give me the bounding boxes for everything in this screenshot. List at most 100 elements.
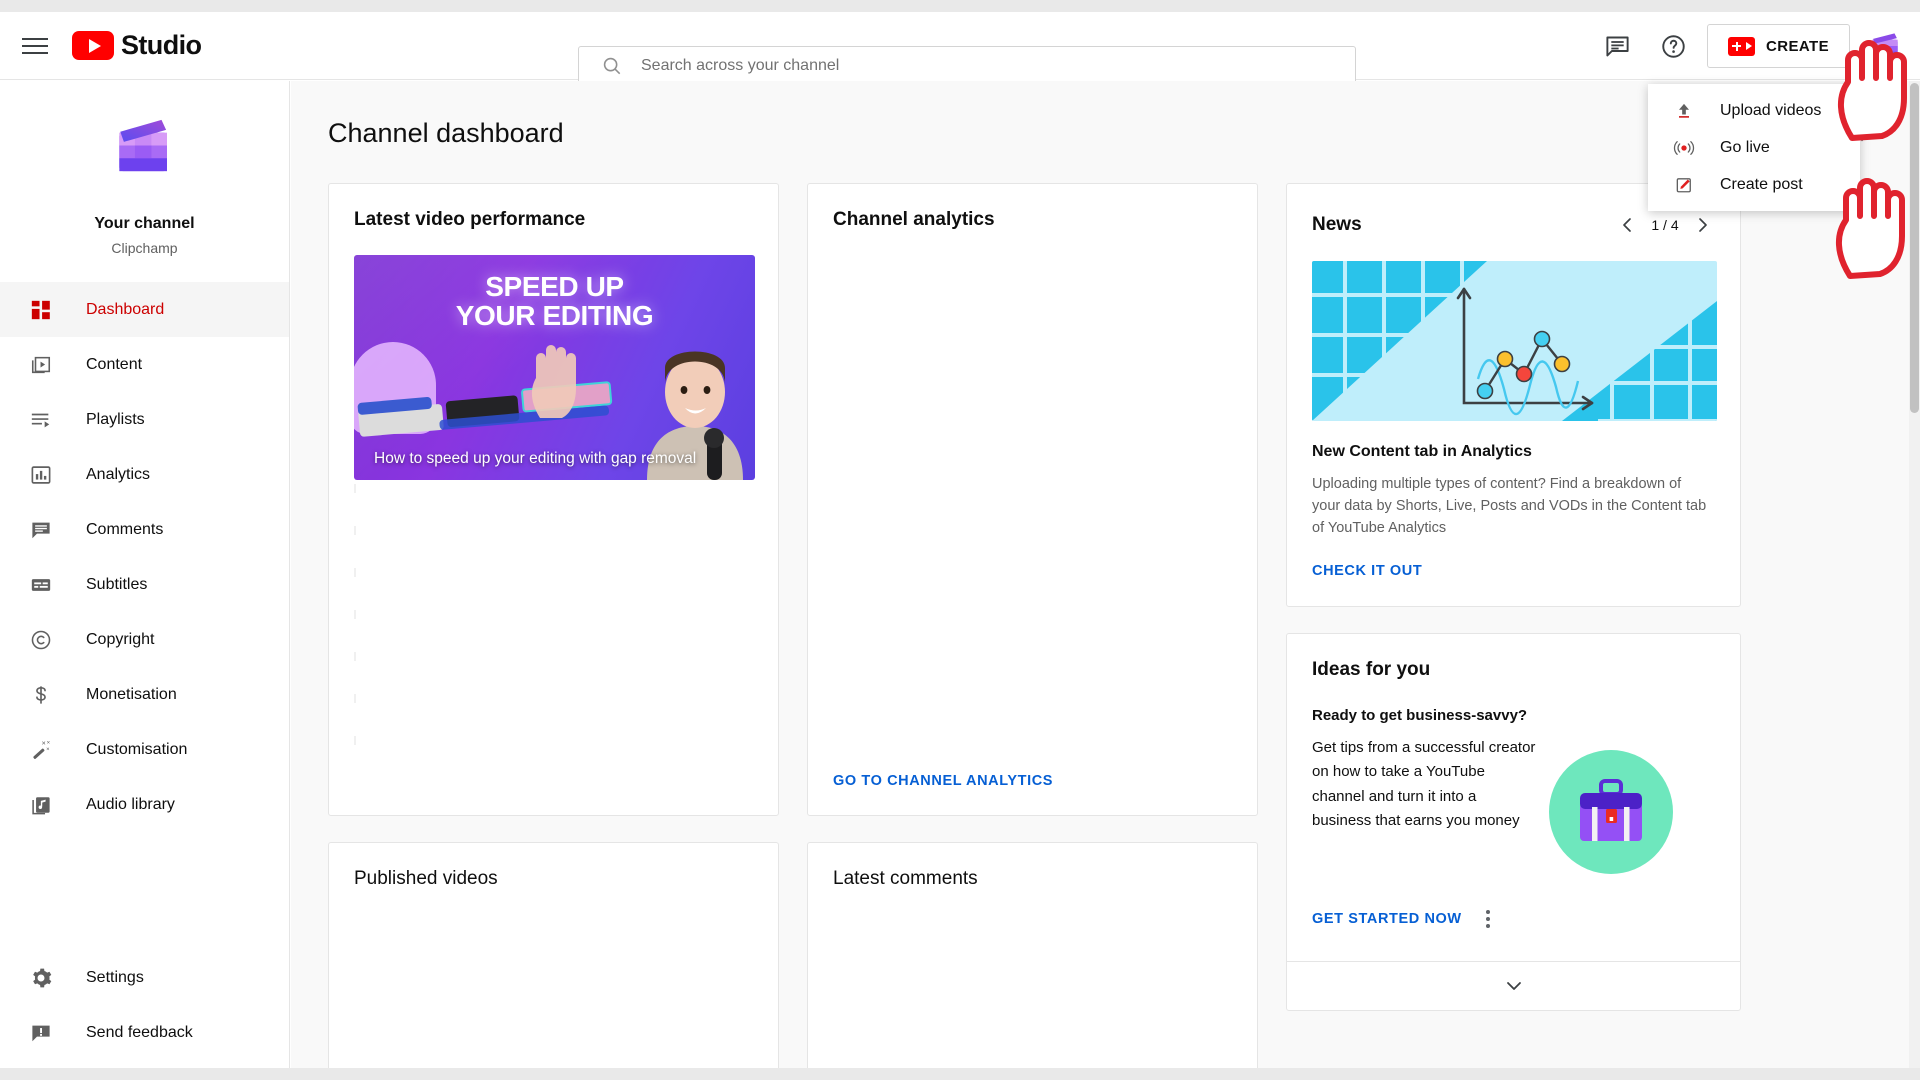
published-videos-card: Published videos	[328, 842, 779, 1068]
search-input[interactable]	[641, 57, 1341, 75]
sidebar-channel-block[interactable]: Your channel Clipchamp	[0, 81, 289, 282]
sidebar-item-customisation[interactable]: ✕ ✕ ✕ Customisation	[0, 722, 289, 777]
sidebar-item-monetisation[interactable]: Monetisation	[0, 667, 289, 722]
comment-feedback-icon[interactable]	[1589, 18, 1645, 74]
send-feedback-icon	[26, 1022, 56, 1044]
playlists-icon	[26, 409, 56, 431]
sidebar-bottom: Settings Send feedback	[0, 950, 290, 1060]
sidebar-item-label: Subtitles	[86, 576, 147, 594]
gear-icon	[26, 967, 56, 989]
scrollbar-thumb[interactable]	[1910, 83, 1919, 413]
video-camera-plus-icon	[1728, 37, 1755, 56]
youtube-studio-app: Studio	[0, 12, 1920, 1068]
clapperboard-avatar-icon	[101, 107, 189, 195]
latest-video-metrics-placeholder	[354, 484, 356, 784]
youtube-logo-icon	[72, 31, 114, 60]
hamburger-menu-icon[interactable]	[22, 32, 50, 60]
video-title: How to speed up your editing with gap re…	[374, 448, 739, 470]
news-illustration	[1312, 261, 1717, 421]
dollar-sign-icon	[26, 684, 56, 706]
live-broadcast-icon	[1670, 138, 1698, 158]
sidebar-item-label: Audio library	[86, 796, 175, 814]
create-button-label: CREATE	[1766, 38, 1829, 55]
chevron-left-icon[interactable]	[1612, 209, 1644, 241]
sidebar-item-settings[interactable]: Settings	[0, 950, 290, 1005]
news-cta-link[interactable]: CHECK IT OUT	[1287, 539, 1740, 606]
sidebar-item-dashboard[interactable]: Dashboard	[0, 282, 289, 337]
sidebar-item-label: Copyright	[86, 631, 154, 649]
menu-item-label: Create post	[1720, 176, 1803, 194]
video-thumbnail[interactable]: SPEED UP YOUR EDITING	[354, 255, 755, 480]
upload-arrow-icon	[1670, 101, 1698, 121]
briefcase-icon	[1574, 777, 1648, 847]
ideas-for-you-card: Ideas for you Ready to get business-savv…	[1286, 633, 1741, 1011]
card-title: Ideas for you	[1287, 634, 1740, 681]
news-card: News 1 / 4	[1286, 183, 1741, 607]
get-started-now-link[interactable]: GET STARTED NOW	[1312, 911, 1462, 927]
card-title: Channel analytics	[808, 184, 1257, 231]
copyright-icon	[26, 629, 56, 651]
menu-item-go-live[interactable]: Go live	[1648, 129, 1860, 166]
card-title: Latest video performance	[329, 184, 778, 231]
sidebar-item-send-feedback[interactable]: Send feedback	[0, 1005, 290, 1060]
sidebar-item-label: Customisation	[86, 741, 187, 759]
sidebar-item-copyright[interactable]: Copyright	[0, 612, 289, 667]
search-box[interactable]	[578, 46, 1356, 85]
channel-title: Your channel	[94, 215, 194, 233]
ideas-expand-button[interactable]	[1287, 961, 1740, 1010]
dashboard-column-middle: Channel analytics GO TO CHANNEL ANALYTIC…	[807, 183, 1258, 1068]
create-post-pencil-icon	[1670, 175, 1698, 195]
dashboard-grid: Latest video performance SPEED UP YOUR E…	[291, 157, 1920, 1068]
main-content: Channel dashboard	[291, 81, 1920, 1068]
sidebar-item-label: Comments	[86, 521, 163, 539]
sidebar-item-label: Playlists	[86, 411, 145, 429]
dashboard-grid-icon	[26, 299, 56, 321]
sidebar-item-playlists[interactable]: Playlists	[0, 392, 289, 447]
brand-label: Studio	[121, 30, 201, 61]
sidebar-item-label: Settings	[86, 969, 144, 987]
menu-item-label: Upload videos	[1720, 102, 1821, 120]
go-to-channel-analytics-link[interactable]: GO TO CHANNEL ANALYTICS	[833, 773, 1053, 789]
menu-item-label: Go live	[1720, 139, 1770, 157]
search-icon	[601, 55, 623, 77]
magic-wand-icon: ✕ ✕ ✕	[26, 739, 56, 761]
page-title: Channel dashboard	[328, 118, 564, 149]
sidebar-item-analytics[interactable]: Analytics	[0, 447, 289, 502]
studio-logo[interactable]: Studio	[72, 30, 201, 61]
svg-text:✕: ✕	[46, 746, 50, 751]
thumbnail-hand-graphic	[522, 330, 596, 420]
card-title: Latest comments	[808, 843, 1257, 890]
menu-item-create-post[interactable]: Create post	[1648, 166, 1860, 203]
kebab-menu-icon[interactable]	[1480, 904, 1496, 934]
sidebar-item-subtitles[interactable]: Subtitles	[0, 557, 289, 612]
ideas-actions: GET STARTED NOW	[1287, 874, 1740, 961]
sidebar-item-label: Monetisation	[86, 686, 177, 704]
create-button[interactable]: CREATE	[1707, 24, 1850, 68]
channel-name: Clipchamp	[111, 240, 177, 256]
subtitles-icon	[26, 574, 56, 596]
menu-item-upload-videos[interactable]: Upload videos	[1648, 92, 1860, 129]
card-title: News	[1312, 214, 1362, 236]
news-headline: New Content tab in Analytics	[1287, 421, 1740, 461]
chevron-right-icon[interactable]	[1686, 209, 1718, 241]
sidebar-item-audio-library[interactable]: Audio library	[0, 777, 289, 832]
sidebar-item-label: Send feedback	[86, 1024, 193, 1042]
news-counter: 1 / 4	[1648, 217, 1682, 233]
help-question-icon[interactable]	[1645, 18, 1701, 74]
latest-comments-card: Latest comments	[807, 842, 1258, 1068]
thumbnail-headline: SPEED UP YOUR EDITING	[386, 273, 723, 330]
vertical-scrollbar[interactable]	[1909, 81, 1920, 1068]
top-bar: Studio	[0, 12, 1920, 80]
ideas-badge	[1549, 750, 1673, 874]
news-carousel-nav: 1 / 4	[1612, 209, 1718, 241]
latest-video-performance-card: Latest video performance SPEED UP YOUR E…	[328, 183, 779, 816]
card-title: Published videos	[329, 843, 778, 890]
analytics-chart-illustration	[1312, 261, 1717, 421]
avatar[interactable]	[1866, 27, 1904, 65]
sidebar-item-comments[interactable]: Comments	[0, 502, 289, 557]
sidebar-item-content[interactable]: Content	[0, 337, 289, 392]
news-body: Uploading multiple types of content? Fin…	[1287, 461, 1740, 539]
ideas-body: Get tips from a successful creator on ho…	[1287, 724, 1545, 833]
channel-analytics-card: Channel analytics GO TO CHANNEL ANALYTIC…	[807, 183, 1258, 816]
audio-library-note-icon	[26, 794, 56, 816]
